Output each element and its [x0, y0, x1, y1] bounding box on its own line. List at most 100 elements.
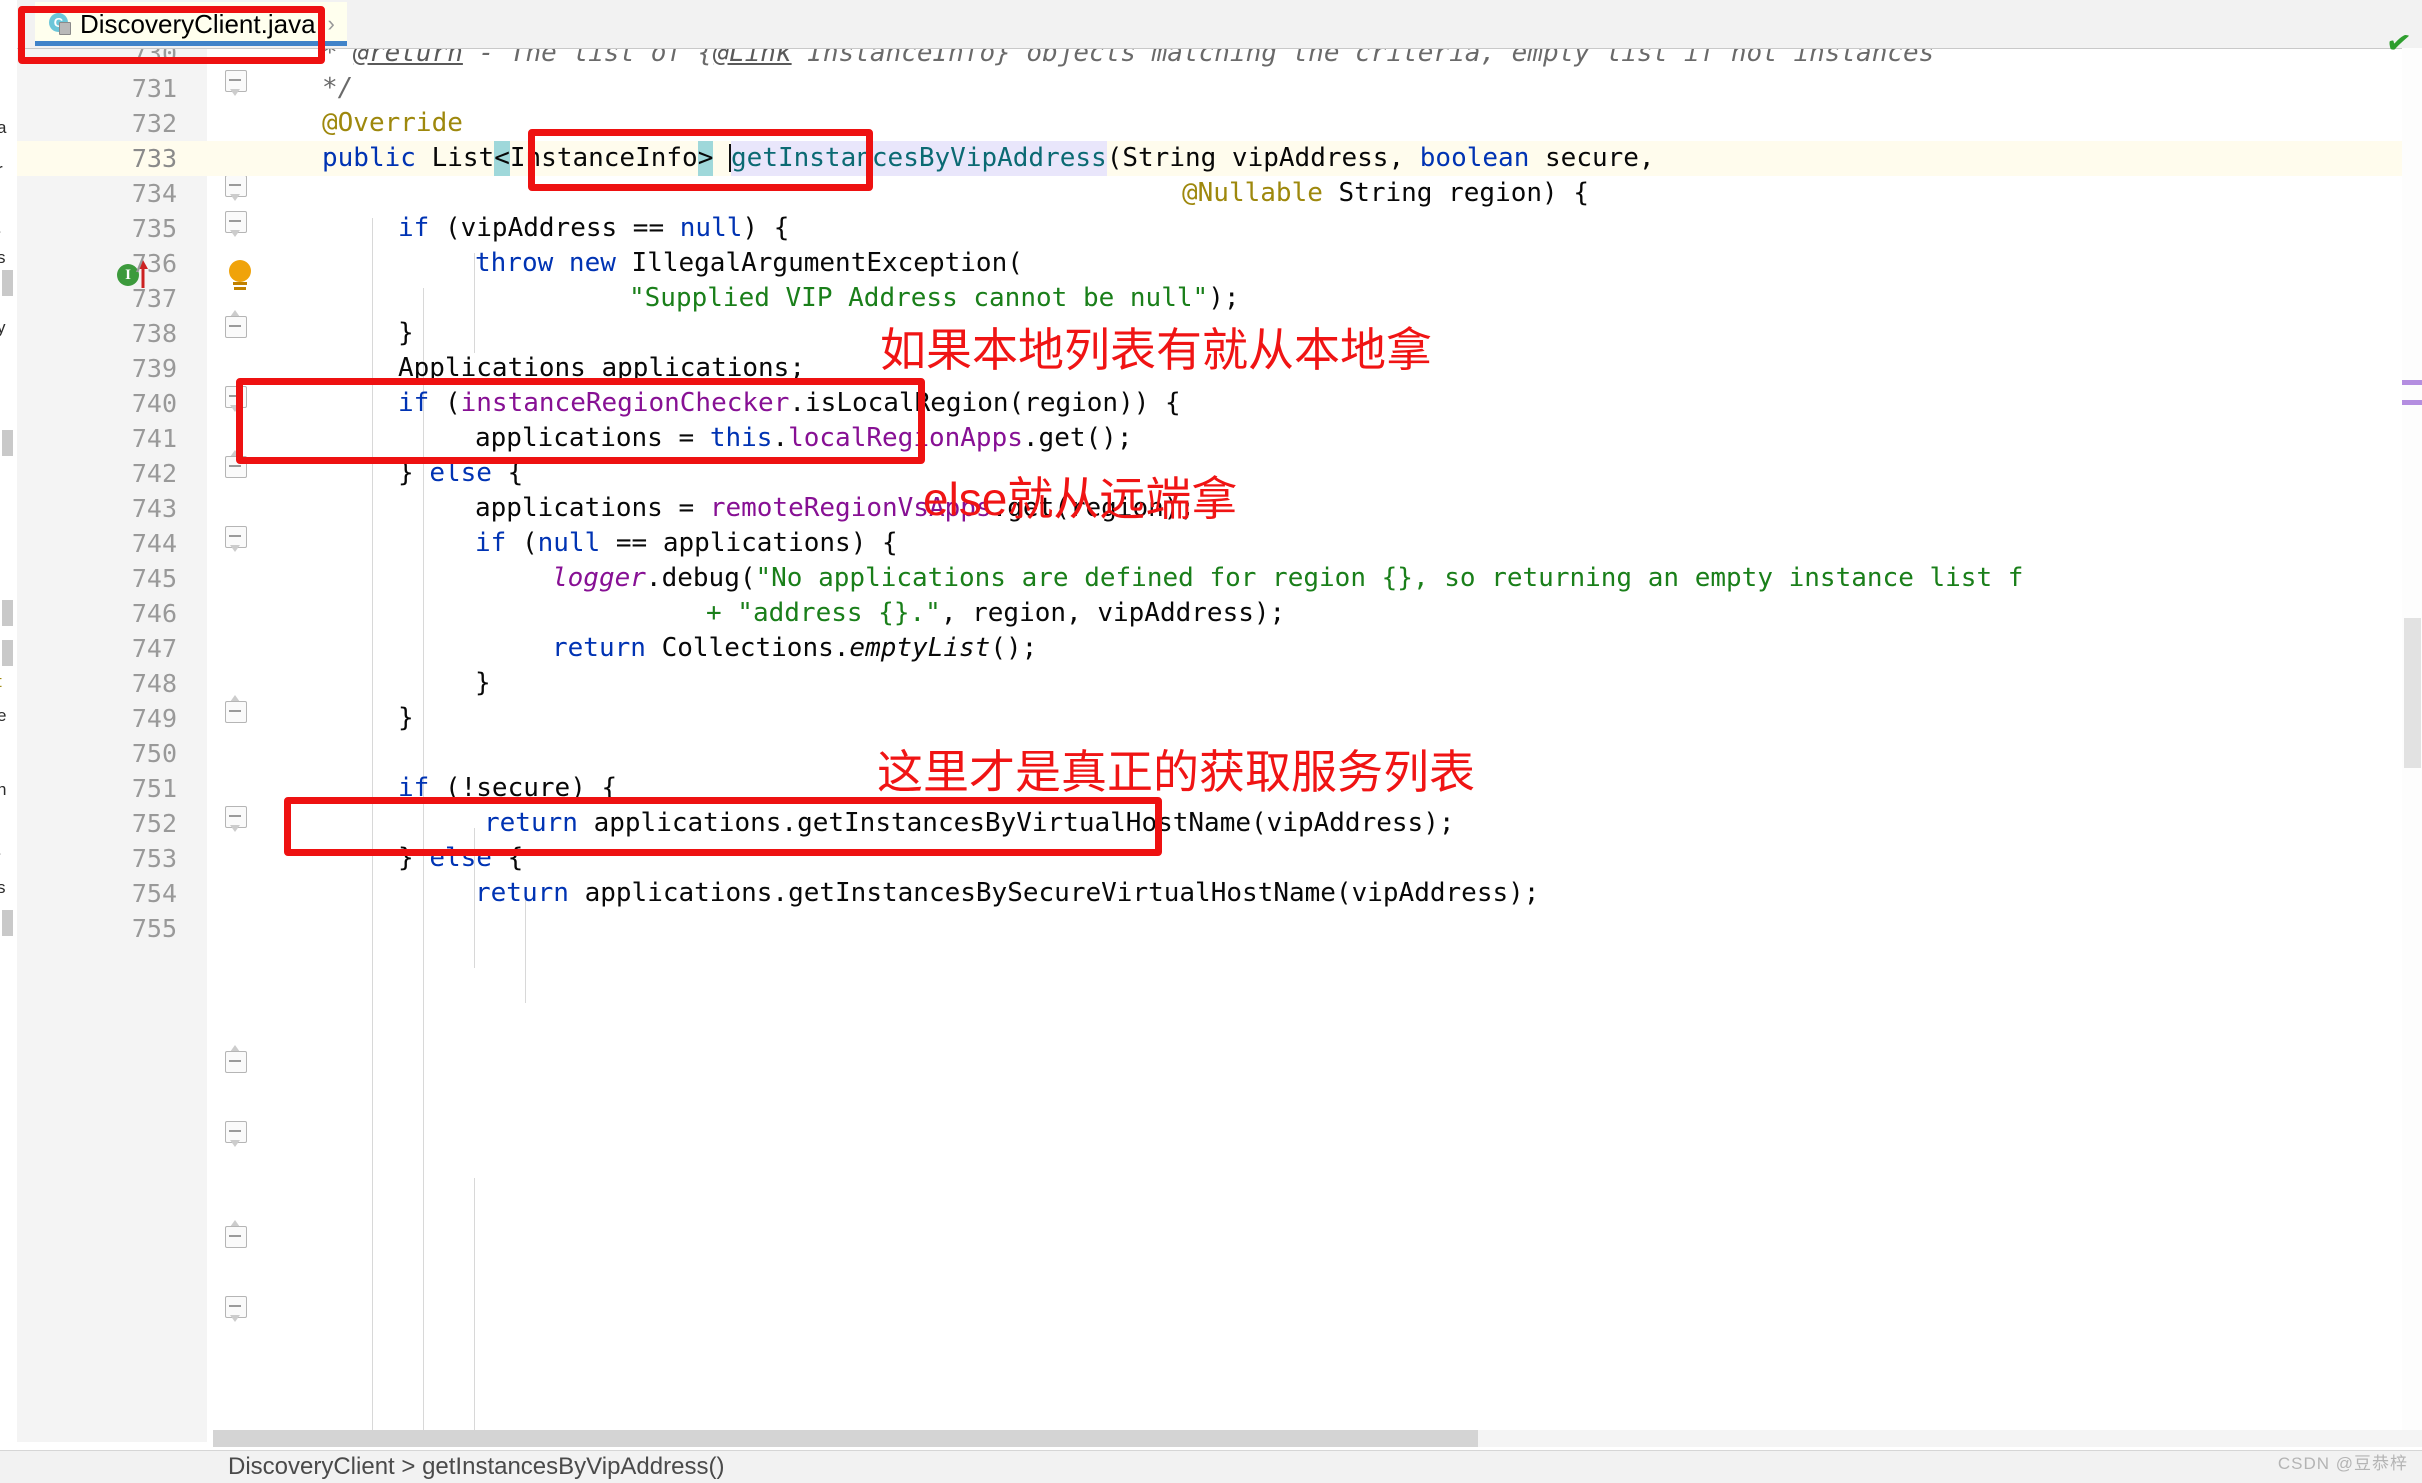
left-strip-fragment: r: [0, 160, 3, 180]
code-line-753[interactable]: 753 } else {: [17, 841, 2422, 876]
code-line-737[interactable]: 737 "Supplied VIP Address cannot be null…: [17, 281, 2422, 316]
annotation-note-local-list: 如果本地列表有就从本地拿: [880, 324, 1432, 376]
csdn-watermark: CSDN @豆恭梓: [2277, 1454, 2408, 1473]
line-number: 732: [131, 109, 177, 138]
line-number: 753: [131, 844, 177, 873]
line-number: 734: [131, 179, 177, 208]
left-strip-fragment: y: [0, 318, 6, 337]
code-line-746[interactable]: 746 + "address {}.", region, vipAddress)…: [17, 596, 2422, 631]
editor-vertical-scrollbar[interactable]: [2402, 48, 2422, 1442]
code-line-754[interactable]: 754 return applications.getInstancesBySe…: [17, 876, 2422, 911]
code-line-747[interactable]: 747 return Collections.emptyList();: [17, 631, 2422, 666]
line-number: 754: [131, 879, 177, 908]
java-class-icon: C: [49, 13, 71, 35]
line-number: 741: [131, 424, 177, 453]
code-text: */: [322, 73, 354, 103]
chevron-right-icon[interactable]: ›: [328, 11, 335, 37]
code-line-755[interactable]: 755: [17, 911, 2422, 946]
line-number: 736: [131, 249, 177, 278]
code-line-748[interactable]: 748 }: [17, 666, 2422, 701]
code-line-744[interactable]: 744 if (null == applications) {: [17, 526, 2422, 561]
code-line-730[interactable]: 730 * @return - The list of {@Link Insta…: [17, 48, 2422, 71]
code-text: return Collections.emptyList();: [552, 633, 1038, 663]
fold-marker-minus: [229, 1130, 241, 1132]
scrollbar-usage-marker[interactable]: [2402, 400, 2422, 405]
fold-marker[interactable]: [225, 1045, 247, 1075]
line-number: 740: [131, 389, 177, 418]
line-number: 742: [131, 459, 177, 488]
code-text: }: [475, 668, 491, 698]
code-text: return applications.getInstancesBySecure…: [475, 878, 1540, 908]
left-tool-strip: a r . s y t e l n . s: [0, 0, 17, 1482]
scrollbar-usage-marker[interactable]: [2402, 380, 2422, 385]
code-text: * @return - The list of {@Link InstanceI…: [322, 48, 1935, 68]
left-strip-fragment: a: [0, 118, 7, 137]
line-number: 746: [131, 599, 177, 628]
annotation-note-remote: else就从远端拿: [923, 473, 1238, 525]
code-text: "Supplied VIP Address cannot be null");: [629, 283, 1240, 313]
code-text: } else {: [398, 843, 524, 873]
code-text: logger.debug("No applications are define…: [552, 563, 2024, 593]
code-line-734[interactable]: 734 @Nullable String region) {: [17, 176, 2422, 211]
fold-marker-minus: [229, 1305, 241, 1307]
code-line-752[interactable]: 752 return applications.getInstancesByVi…: [17, 806, 2422, 841]
line-number: 749: [131, 704, 177, 733]
fold-marker[interactable]: [225, 1121, 247, 1147]
code-text: if (null == applications) {: [475, 528, 898, 558]
tab-discoveryclient-java[interactable]: C DiscoveryClient.java ›: [35, 2, 347, 46]
indent-guide: [474, 1178, 475, 1442]
code-text: Applications applications;: [398, 353, 805, 383]
code-text: return applications.getInstancesByVirtua…: [484, 808, 1455, 838]
fold-marker-box: [225, 1296, 247, 1318]
left-strip-marker: [2, 270, 13, 296]
tab-active-underline: [35, 41, 347, 46]
line-number: 737: [131, 284, 177, 313]
line-number: 739: [131, 354, 177, 383]
annotation-note-real-fetch: 这里才是真正的获取服务列表: [877, 746, 1475, 798]
breadcrumb-text: DiscoveryClient > getInstancesByVipAddre…: [228, 1453, 725, 1480]
breadcrumb[interactable]: DiscoveryClient > getInstancesByVipAddre…: [0, 1450, 2422, 1483]
left-strip-marker: [2, 430, 13, 456]
left-strip-fragment: .: [0, 840, 2, 860]
left-strip-fragment: t: [0, 672, 2, 692]
fold-marker-minus: [229, 1060, 241, 1062]
code-line-733[interactable]: 733 public List<InstanceInfo> getInstanc…: [17, 141, 2422, 176]
line-number: 744: [131, 529, 177, 558]
code-text: applications = this.localRegionApps.get(…: [475, 423, 1133, 453]
code-line-740[interactable]: 740 if (instanceRegionChecker.isLocalReg…: [17, 386, 2422, 421]
code-line-749[interactable]: 749 }: [17, 701, 2422, 736]
left-strip-fragment: s: [0, 248, 6, 267]
fold-marker[interactable]: [225, 1296, 247, 1322]
code-text: if (instanceRegionChecker.isLocalRegion(…: [398, 388, 1181, 418]
code-line-731[interactable]: 731 */: [17, 71, 2422, 106]
code-line-741[interactable]: 741 applications = this.localRegionApps.…: [17, 421, 2422, 456]
line-number: 751: [131, 774, 177, 803]
code-line-736[interactable]: 736 throw new IllegalArgumentException(: [17, 246, 2422, 281]
line-number: 748: [131, 669, 177, 698]
fold-marker[interactable]: [225, 1220, 247, 1250]
code-line-735[interactable]: 735 if (vipAddress == null) {: [17, 211, 2422, 246]
code-text: }: [398, 703, 414, 733]
code-text: }: [398, 318, 414, 348]
code-text: if (!secure) {: [398, 773, 618, 803]
fold-marker-box: [225, 1121, 247, 1143]
line-number: 755: [131, 914, 177, 943]
tab-label: DiscoveryClient.java: [80, 8, 316, 39]
fold-marker-box: [225, 1051, 247, 1073]
lock-icon: [59, 22, 71, 35]
left-strip-fragment: n: [0, 780, 7, 799]
scrollbar-thumb[interactable]: [2404, 618, 2421, 768]
line-number: 735: [131, 214, 177, 243]
left-strip-fragment: e: [0, 706, 7, 725]
code-text: @Override: [322, 108, 463, 138]
code-line-745[interactable]: 745 logger.debug("No applications are de…: [17, 561, 2422, 596]
code-text: public List<InstanceInfo> getInstancesBy…: [322, 141, 1655, 176]
fold-marker-minus: [229, 1235, 241, 1237]
code-text: throw new IllegalArgumentException(: [475, 248, 1023, 278]
line-number: 733: [131, 144, 177, 173]
code-line-732[interactable]: 732 @Override: [17, 106, 2422, 141]
inspection-ok-icon[interactable]: ✔: [2384, 24, 2414, 62]
line-number: 730: [131, 48, 177, 68]
left-strip-marker: [2, 640, 13, 666]
editor-horizontal-scrollbar-thumb[interactable]: [213, 1430, 1478, 1447]
